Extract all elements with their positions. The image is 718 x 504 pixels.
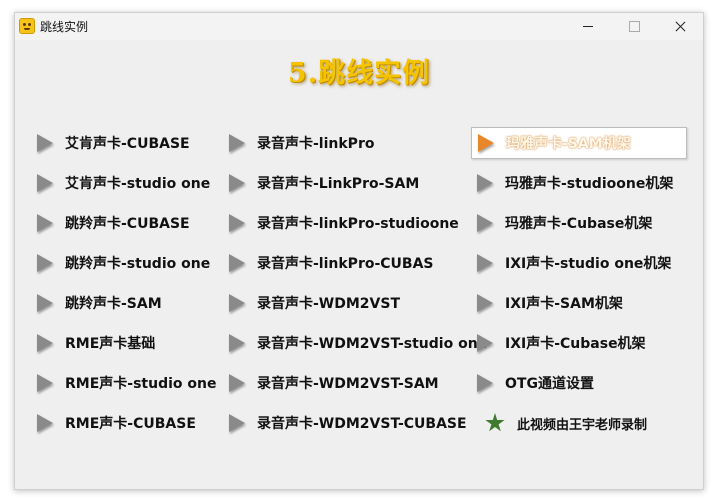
lesson-item[interactable]: RME声卡-CUBASE	[37, 407, 196, 439]
play-arrow-icon	[229, 374, 245, 392]
play-arrow-icon	[37, 374, 53, 392]
title-bar[interactable]: 跳线实例	[15, 13, 703, 40]
lesson-item[interactable]: 录音声卡-linkPro	[229, 127, 374, 159]
play-arrow-icon	[37, 134, 53, 152]
window-title: 跳线实例	[40, 20, 89, 34]
play-arrow-icon	[37, 414, 53, 432]
lesson-item[interactable]: 录音声卡-linkPro-studioone	[229, 207, 459, 239]
page-title: 5.跳线实例	[287, 58, 431, 89]
play-arrow-icon	[229, 134, 245, 152]
maximize-button[interactable]	[611, 13, 657, 40]
play-arrow-icon	[477, 334, 493, 352]
credit-link[interactable]: 此视频由王宇老师录制	[485, 407, 647, 439]
app-icon	[19, 18, 35, 34]
lesson-item[interactable]: 录音声卡-WDM2VST-CUBASE	[229, 407, 467, 439]
lesson-item[interactable]: IXI声卡-SAM机架	[477, 287, 623, 319]
play-arrow-icon	[229, 414, 245, 432]
lesson-item[interactable]: 跳羚声卡-CUBASE	[37, 207, 190, 239]
lesson-item-selected[interactable]: 玛雅声卡-SAM机架	[471, 127, 687, 159]
play-arrow-icon	[478, 134, 494, 152]
lesson-item[interactable]: 跳羚声卡-studio one	[37, 247, 210, 279]
lesson-item[interactable]: 录音声卡-WDM2VST-SAM	[229, 367, 439, 399]
play-arrow-icon	[477, 214, 493, 232]
app-window: 跳线实例 5.跳线实例 艾肯声卡-CUBASE 艾肯声卡-studio one …	[14, 12, 704, 490]
lesson-item[interactable]: 玛雅声卡-studioone机架	[477, 167, 673, 199]
play-arrow-icon	[229, 254, 245, 272]
play-arrow-icon	[229, 294, 245, 312]
play-arrow-icon	[477, 294, 493, 312]
lesson-item[interactable]: 录音声卡-linkPro-CUBAS	[229, 247, 434, 279]
lesson-item[interactable]: 艾肯声卡-CUBASE	[37, 127, 190, 159]
play-arrow-icon	[477, 254, 493, 272]
lesson-item[interactable]: IXI声卡-studio one机架	[477, 247, 671, 279]
lesson-item[interactable]: 艾肯声卡-studio one	[37, 167, 210, 199]
play-arrow-icon	[37, 254, 53, 272]
lesson-item[interactable]: RME声卡-studio one	[37, 367, 216, 399]
lesson-item[interactable]: 录音声卡-LinkPro-SAM	[229, 167, 419, 199]
play-arrow-icon	[37, 294, 53, 312]
play-arrow-icon	[477, 174, 493, 192]
play-arrow-icon	[229, 174, 245, 192]
minimize-button[interactable]	[565, 13, 611, 40]
lesson-item[interactable]: 录音声卡-WDM2VST-studio one	[229, 327, 487, 359]
lesson-item[interactable]: 录音声卡-WDM2VST	[229, 287, 400, 319]
lesson-item[interactable]: RME声卡基础	[37, 327, 155, 359]
play-arrow-icon	[37, 174, 53, 192]
lesson-item[interactable]: 玛雅声卡-Cubase机架	[477, 207, 652, 239]
close-button[interactable]	[657, 13, 703, 40]
play-arrow-icon	[37, 334, 53, 352]
play-arrow-icon	[229, 214, 245, 232]
play-arrow-icon	[477, 374, 493, 392]
lesson-item[interactable]: 跳羚声卡-SAM	[37, 287, 162, 319]
star-icon	[485, 413, 505, 432]
lesson-item[interactable]: IXI声卡-Cubase机架	[477, 327, 646, 359]
play-arrow-icon	[229, 334, 245, 352]
play-arrow-icon	[37, 214, 53, 232]
lesson-item[interactable]: OTG通道设置	[477, 367, 594, 399]
